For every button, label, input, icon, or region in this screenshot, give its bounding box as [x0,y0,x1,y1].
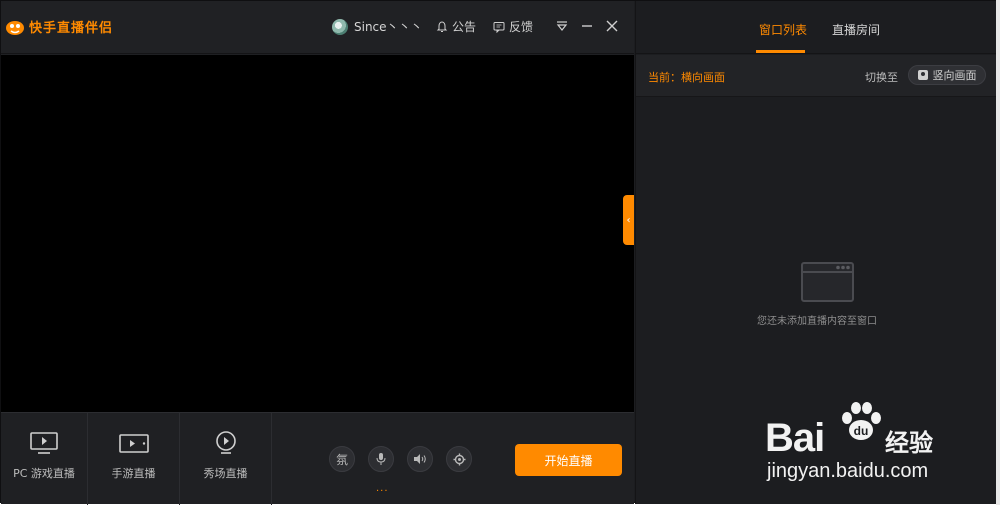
baidu-url: jingyan.baidu.com [767,460,929,482]
empty-state-text: 您还未添加直播内容至窗口 [757,316,877,327]
baidu-paw-icon: du [842,402,881,440]
close-icon[interactable] [604,18,620,34]
baidu-sub: 经验 [885,429,933,457]
left-pane: 快手直播伴侣 Since丶丶丶 公告 反馈 ‹ PC 游戏直播 手游直播 秀场直… [1,1,634,505]
empty-window-icon [801,262,854,302]
avatar [332,18,348,35]
settings-button[interactable] [446,446,472,472]
baidu-brand: Bai [765,416,825,460]
monitor-play-icon [30,432,58,454]
mode-mobile-game-label: 手游直播 [111,467,156,480]
microphone-icon [376,453,386,465]
tablet-play-icon [118,434,149,453]
speaker-icon [414,454,426,464]
mode-mobile-game[interactable]: 手游直播 [88,413,180,505]
mode-pc-game-label: PC 游戏直播 [13,467,75,480]
baidu-watermark: du Bai 经验 jingyan.baidu.com [765,398,965,488]
minimize-icon[interactable] [579,18,595,34]
window-edge [996,0,1000,505]
orientation-bar: 当前：横向画面 切换至 竖向画面 [636,55,998,97]
feedback-icon [493,21,505,33]
mode-pc-game[interactable]: PC 游戏直播 [1,413,88,505]
app-title: 快手直播伴侣 [29,20,114,36]
portrait-mode-button[interactable]: 竖向画面 [908,65,986,85]
dropdown-menu-icon[interactable] [554,18,570,34]
live-preview-area[interactable] [1,55,634,412]
tab-live-room[interactable]: 直播房间 [832,21,880,38]
current-orientation: 当前：横向画面 [648,71,725,84]
mode-show-label: 秀场直播 [203,467,248,480]
settings-icon [453,453,465,465]
bell-icon [436,20,448,32]
right-tabs: 窗口列表 直播房间 [636,1,998,54]
feedback-button[interactable]: 反馈 [493,18,533,35]
title-bar: 快手直播伴侣 Since丶丶丶 公告 反馈 [1,1,634,54]
feedback-label: 反馈 [509,20,534,34]
bottom-toolbar: PC 游戏直播 手游直播 秀场直播 氛 ... 开始直播 [1,412,634,505]
baidu-paw-text: du [854,424,869,438]
announcement-button[interactable]: 公告 [436,18,476,35]
more-indicator[interactable]: ... [376,483,389,494]
portrait-icon [917,70,928,80]
mode-show[interactable]: 秀场直播 [180,413,272,505]
switch-to-label: 切换至 [865,71,898,84]
app-logo: 快手直播伴侣 [5,16,113,36]
active-tab-indicator [756,50,805,53]
user-name: Since丶丶丶 [354,20,423,34]
user-profile[interactable]: Since丶丶丶 [332,18,423,35]
ambience-button[interactable]: 氛 [329,446,355,472]
webcam-icon [215,431,236,454]
speaker-button[interactable] [407,446,433,472]
tab-window-list[interactable]: 窗口列表 [759,21,807,38]
collapse-panel-toggle[interactable]: ‹ [623,195,634,245]
announcement-label: 公告 [452,20,477,34]
start-live-button[interactable]: 开始直播 [515,444,622,476]
ambience-icon: 氛 [335,452,348,467]
portrait-mode-label: 竖向画面 [932,69,977,82]
microphone-button[interactable] [368,446,394,472]
chevron-left-icon: ‹ [626,214,631,226]
kuaishou-logo-icon [6,21,24,35]
